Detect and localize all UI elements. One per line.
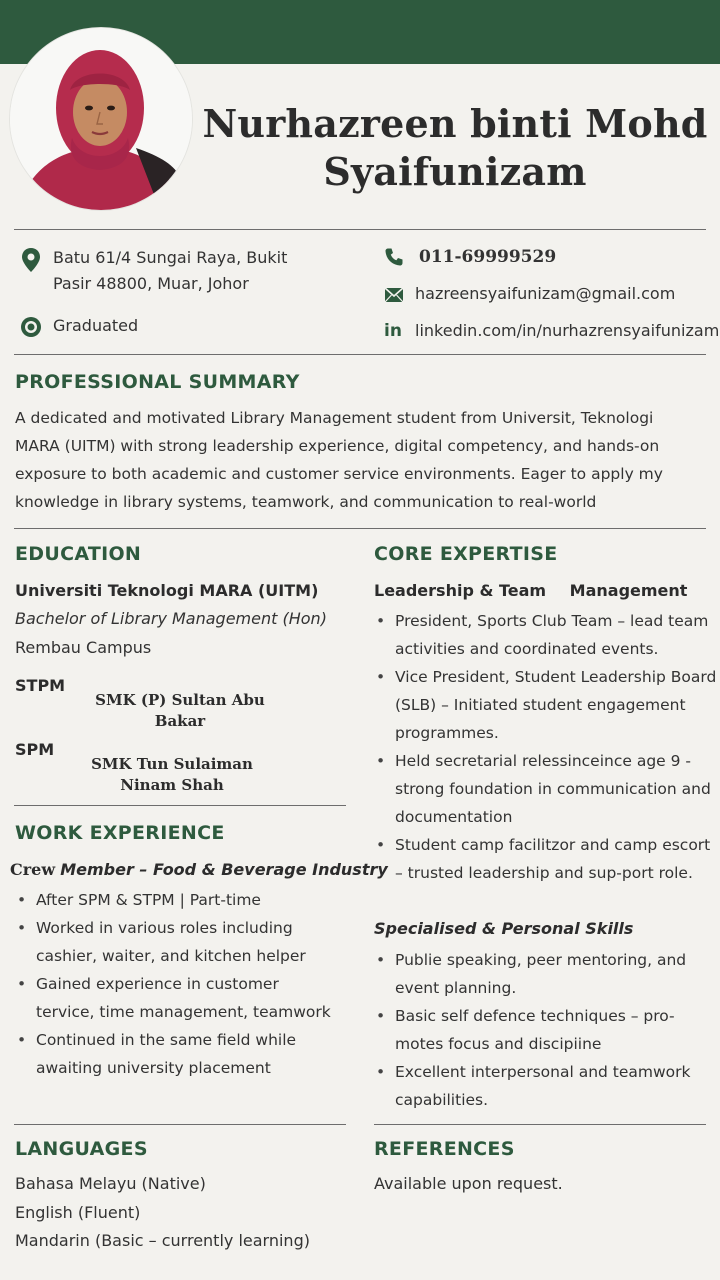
stpm-school-line-1: SMK (P) Sultan Abu xyxy=(95,691,265,709)
email-address: hazreensyaifunizam@gmail.com xyxy=(415,284,676,303)
list-item: Held secretarial relessinceince age 9 - … xyxy=(374,747,718,831)
list-item: Student camp facilitzor and camp escort … xyxy=(374,831,718,887)
work-list: After SPM & STPM | Part-time Worked in v… xyxy=(15,886,340,1082)
stpm-school-line-2: Bakar xyxy=(154,712,206,730)
expertise-list-1: President, Sports Club Team – lead team … xyxy=(374,607,718,887)
expertise-list-2: Publie speaking, peer mentoring, and eve… xyxy=(374,946,714,1114)
location-pin-icon xyxy=(22,248,40,272)
stpm-label: STPM xyxy=(15,676,66,695)
address-line-2: Pasir 48800, Muar, Johor xyxy=(53,274,249,293)
phone[interactable]: 011-69999529 xyxy=(384,244,714,270)
stpm-school: SMK (P) Sultan Abu Bakar xyxy=(80,690,280,732)
expertise-group-1-b: Management xyxy=(569,581,688,600)
summary-line: knowledge in library systems, teamwork, … xyxy=(15,493,597,511)
email-icon xyxy=(384,287,404,303)
address: Batu 61/4 Sungai Raya, Bukit Pasir 48800… xyxy=(20,245,360,297)
languages-title: LANGUAGES xyxy=(15,1138,148,1160)
expertise-group-1: Leadership & Team Management xyxy=(374,577,687,605)
profile-photo xyxy=(10,28,192,210)
summary-line: MARA (UITM) with strong leadership exper… xyxy=(15,437,660,455)
list-item: Gained experience in customer tervice, t… xyxy=(15,970,340,1026)
spm-school-line-2: Ninam Shah xyxy=(120,776,224,794)
work-title: WORK EXPERIENCE xyxy=(15,822,225,844)
divider xyxy=(14,229,706,230)
divider xyxy=(14,528,706,529)
language-item: English (Fluent) xyxy=(15,1203,141,1222)
status: Graduated xyxy=(20,313,320,339)
candidate-name: Nurhazreen binti Mohd Syaifunizam xyxy=(200,100,710,196)
portrait-image xyxy=(10,28,192,210)
work-role: Crew Member – Food & Beverage Industry xyxy=(10,856,388,884)
work-role-title: Member – Food & Beverage Industry xyxy=(60,860,388,879)
status-text: Graduated xyxy=(53,316,139,335)
linkedin-icon: in xyxy=(384,321,402,341)
summary-text: A dedicated and motivated Library Manage… xyxy=(15,404,715,516)
references-text: Available upon request. xyxy=(374,1174,563,1193)
linkedin-url: linkedin.com/in/nurhazrensyaifunizam xyxy=(415,321,720,340)
phone-number: 011-69999529 xyxy=(419,247,557,267)
list-item: Vice President, Student Leadership Board… xyxy=(374,663,718,747)
spm-school-line-1: SMK Tun Sulaiman xyxy=(91,755,253,773)
summary-title: PROFESSIONAL SUMMARY xyxy=(15,371,300,393)
campus-name: Rembau Campus xyxy=(15,638,152,657)
divider xyxy=(374,1124,706,1125)
spm-school: SMK Tun Sulaiman Ninam Shah xyxy=(72,754,272,796)
name-line-1: Nurhazreen binti Mohd xyxy=(202,101,708,146)
list-item: Continued in the same field while awaiti… xyxy=(15,1026,340,1082)
list-item: After SPM & STPM | Part-time xyxy=(15,886,340,914)
email[interactable]: hazreensyaifunizam@gmail.com xyxy=(384,281,714,307)
linkedin[interactable]: in linkedin.com/in/nurhazrensyaifunizam xyxy=(384,318,720,344)
spm-label: SPM xyxy=(15,740,55,759)
phone-icon xyxy=(385,248,403,266)
work-role-prefix: Crew xyxy=(10,860,56,879)
address-line-1: Batu 61/4 Sungai Raya, Bukit xyxy=(53,248,288,267)
education-title: EDUCATION xyxy=(15,543,142,565)
language-item: Mandarin (Basic – currently learning) xyxy=(15,1231,310,1250)
references-title: REFERENCES xyxy=(374,1138,515,1160)
expertise-group-1-a: Leadership & Team xyxy=(374,581,547,600)
list-item: President, Sports Club Team – lead team … xyxy=(374,607,718,663)
list-item: Publie speaking, peer mentoring, and eve… xyxy=(374,946,714,1002)
list-item: Excellent interpersonal and teamwork cap… xyxy=(374,1058,714,1114)
divider xyxy=(14,354,706,355)
target-icon xyxy=(21,317,41,337)
university-name: Universiti Teknologi MARA (UITM) xyxy=(15,581,319,600)
list-item: Basic self defence techniques – pro-mote… xyxy=(374,1002,714,1058)
divider xyxy=(14,805,346,806)
expertise-title: CORE EXPERTISE xyxy=(374,543,558,565)
list-item: Worked in various roles including cashie… xyxy=(15,914,340,970)
divider xyxy=(14,1124,346,1125)
summary-line: A dedicated and motivated Library Manage… xyxy=(15,409,654,427)
name-line-2: Syaifunizam xyxy=(323,149,587,194)
degree-name: Bachelor of Library Management (Hon) xyxy=(15,609,327,628)
summary-line: exposure to both academic and customer s… xyxy=(15,465,663,483)
expertise-group-2: Specialised & Personal Skills xyxy=(374,919,634,938)
language-item: Bahasa Melayu (Native) xyxy=(15,1174,206,1193)
